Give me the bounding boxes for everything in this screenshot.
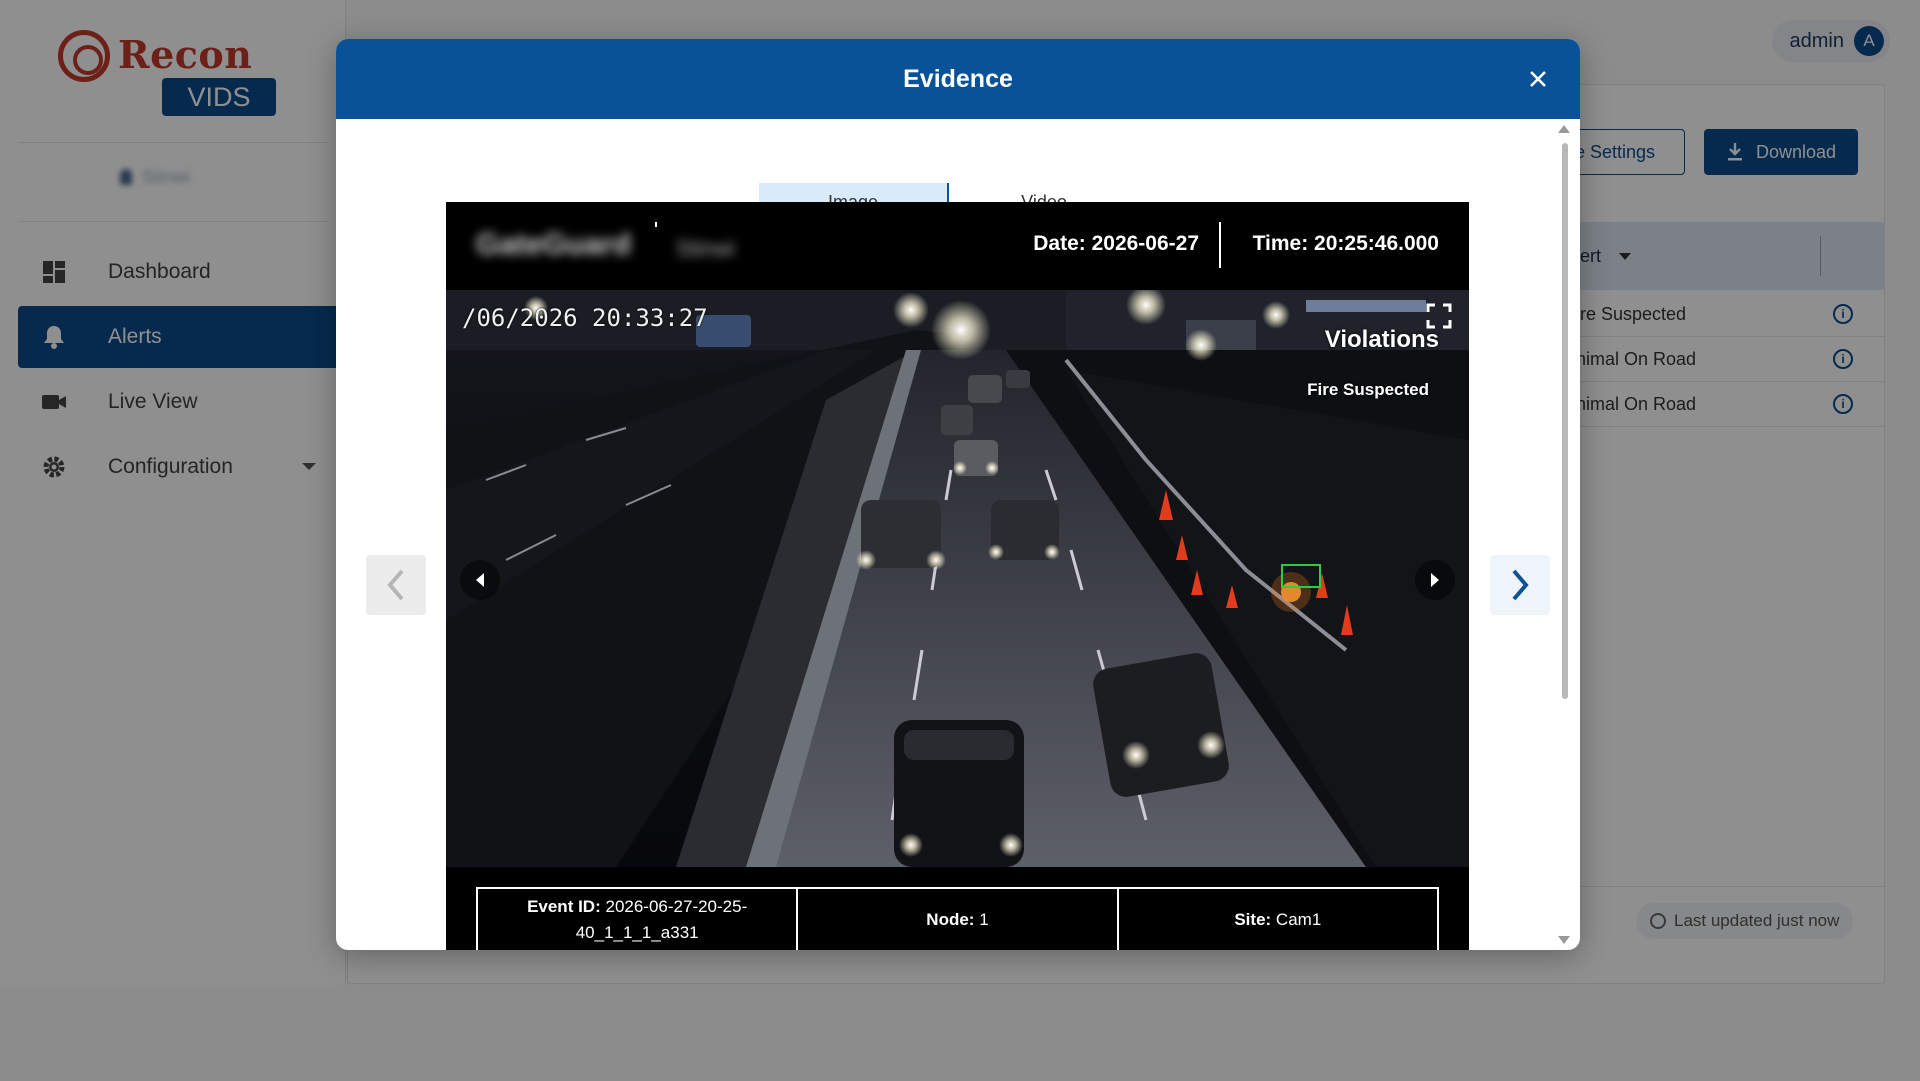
image-next-button[interactable] [1415,560,1455,600]
event-id-value: 2026-06-27-20-25-40_1_1_1_a331 [575,897,748,942]
evidence-brand-site: Stinwi [676,236,735,261]
next-button[interactable] [1490,555,1550,615]
evidence-frame: GateGuard Stinwi Date: 2026-06-27 Time: … [446,202,1469,950]
site-value: Cam1 [1275,910,1322,929]
node-cell: Node: 1 [796,887,1119,950]
modal-header: Evidence [336,39,1580,119]
evidence-image[interactable]: /06/2026 20:33:27 Violations Fire Suspec… [446,290,1469,867]
detection-box [1281,564,1321,588]
caret-left-icon [476,573,484,587]
violation-item: Fire Suspected [1307,380,1429,399]
scrollbar-thumb[interactable] [1562,143,1568,699]
chevron-right-icon [1512,569,1529,601]
modal-body: Image Video GateGuard Stinwi Date: 2026-… [336,119,1580,950]
close-icon[interactable] [1524,65,1552,93]
evidence-date: Date: 2026-06-27 [1033,232,1199,255]
event-id-label: Event ID: [527,897,601,916]
modal-title: Evidence [903,64,1013,93]
marker [655,222,657,227]
image-previous-button[interactable] [460,560,500,600]
site-cell: Site: Cam1 [1116,887,1439,950]
violations-title: Violations [1324,326,1439,353]
osd-timestamp: /06/2026 20:33:27 [462,304,708,332]
scroll-up-icon[interactable] [1558,125,1570,133]
caret-right-icon [1431,573,1439,587]
event-id-cell: Event ID: 2026-06-27-20-25-40_1_1_1_a331 [476,887,799,950]
scroll-down-icon[interactable] [1558,936,1570,944]
node-value: 1 [979,910,989,929]
divider [1219,222,1221,268]
evidence-details: Event ID: 2026-06-27-20-25-40_1_1_1_a331… [476,887,1439,950]
evidence-time: Time: 20:25:46.000 [1252,232,1439,255]
site-label: Site: [1234,910,1272,929]
node-label: Node: [926,910,975,929]
chevron-left-icon [387,569,404,601]
previous-button[interactable] [366,555,426,615]
evidence-modal: Evidence Image Video GateGuard Stinwi Da… [336,39,1580,950]
evidence-header: GateGuard Stinwi Date: 2026-06-27 Time: … [446,202,1469,290]
evidence-brand: GateGuard [476,228,632,261]
